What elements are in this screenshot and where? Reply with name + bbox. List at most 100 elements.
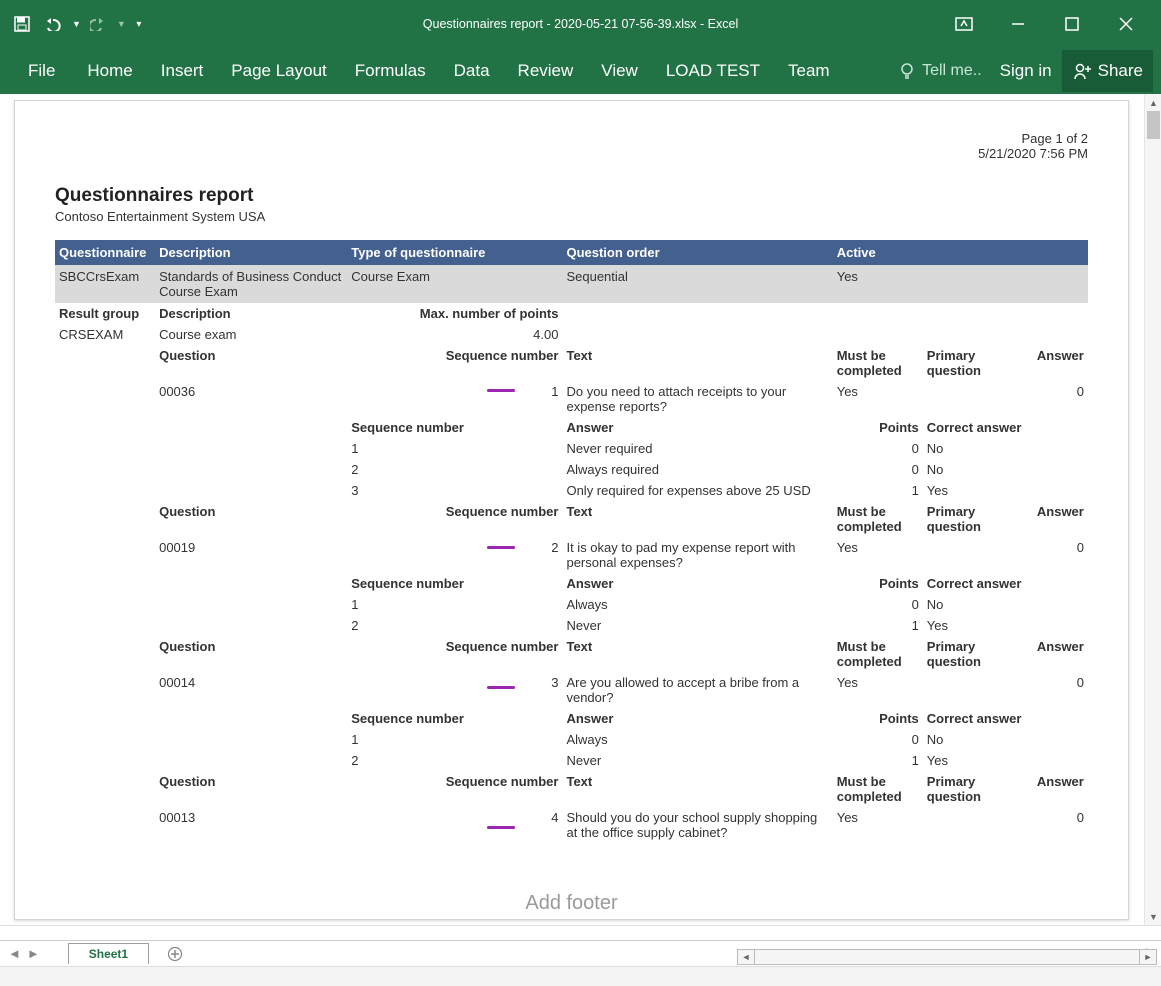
sheet-nav-next-icon[interactable]: ► [27, 946, 40, 961]
ans-hdr-points: Points [833, 708, 923, 729]
hscroll-track[interactable] [754, 949, 1140, 965]
questionnaire-type: Course Exam [347, 265, 562, 303]
question-id: 00036 [155, 381, 347, 417]
ribbon-display-options-button[interactable] [947, 7, 981, 41]
question-answer-count: 0 [1033, 537, 1088, 573]
window-controls [947, 0, 1161, 48]
q-hdr-answer: Answer [1033, 501, 1088, 537]
tab-page-layout[interactable]: Page Layout [217, 48, 340, 94]
undo-dropdown-icon[interactable]: ▼ [72, 19, 81, 29]
question-header-row: Question Sequence number Text Must be co… [55, 771, 1088, 807]
q-hdr-answer: Answer [1033, 771, 1088, 807]
scroll-up-icon[interactable]: ▲ [1145, 94, 1161, 111]
ribbon: File Home Insert Page Layout Formulas Da… [0, 48, 1161, 94]
tell-me-search[interactable]: Tell me.. [890, 62, 990, 80]
hdr-description: Description [155, 240, 347, 265]
answer-correct: Yes [923, 615, 1088, 636]
answer-seq: 2 [347, 615, 562, 636]
redo-dropdown-icon[interactable]: ▼ [117, 19, 126, 29]
q-hdr-must: Must be completed [833, 636, 923, 672]
q-hdr-answer: Answer [1033, 636, 1088, 672]
answer-points: 1 [833, 615, 923, 636]
q-hdr-text: Text [562, 771, 832, 807]
sheet-tab-sheet1[interactable]: Sheet1 [68, 943, 149, 964]
answer-text: Always [562, 594, 832, 615]
ans-hdr-correct: Correct answer [923, 417, 1088, 438]
hdr-active: Active [833, 240, 1088, 265]
answer-points: 0 [833, 459, 923, 480]
scroll-thumb[interactable] [1147, 111, 1160, 139]
hdr-order: Question order [562, 240, 832, 265]
question-header-row: Question Sequence number Text Must be co… [55, 636, 1088, 672]
ans-hdr-correct: Correct answer [923, 708, 1088, 729]
tab-insert[interactable]: Insert [147, 48, 218, 94]
q-hdr-must: Must be completed [833, 771, 923, 807]
undo-button[interactable] [40, 10, 68, 38]
tab-team[interactable]: Team [774, 48, 844, 94]
report-table: Questionnaire Description Type of questi… [55, 240, 1088, 843]
question-must: Yes [833, 672, 923, 708]
sheet-nav: ◄ ► [0, 946, 48, 961]
hdr-questionnaire: Questionnaire [55, 240, 155, 265]
save-button[interactable] [8, 10, 36, 38]
answer-points: 0 [833, 594, 923, 615]
lightbulb-icon [898, 62, 916, 80]
scroll-down-icon[interactable]: ▼ [1145, 908, 1161, 925]
rg-max-hdr: Max. number of points [347, 303, 562, 324]
ans-hdr-correct: Correct answer [923, 573, 1088, 594]
tab-load-test[interactable]: LOAD TEST [652, 48, 774, 94]
q-hdr-must: Must be completed [833, 345, 923, 381]
tab-view[interactable]: View [587, 48, 652, 94]
answer-seq: 1 [347, 594, 562, 615]
answer-correct: No [923, 594, 1088, 615]
vertical-scrollbar[interactable]: ▲ ▼ [1144, 94, 1161, 925]
scroll-right-icon[interactable]: ► [1139, 949, 1157, 965]
share-icon [1072, 61, 1092, 81]
q-hdr-text: Text [562, 501, 832, 537]
q-hdr-primary: Primary question [923, 636, 1033, 672]
answer-points: 1 [833, 750, 923, 771]
question-text: Should you do your school supply shoppin… [562, 807, 832, 843]
q-hdr-text: Text [562, 636, 832, 672]
questionnaire-desc: Standards of Business Conduct Course Exa… [155, 265, 347, 303]
highlight-marker [487, 686, 515, 689]
question-row: 00014 3 Are you allowed to accept a brib… [55, 672, 1088, 708]
add-footer-button[interactable]: Add footer [525, 892, 617, 915]
new-sheet-button[interactable] [167, 946, 183, 962]
share-button[interactable]: Share [1062, 50, 1153, 92]
horizontal-scrollbar[interactable]: ◄ ► [737, 948, 1157, 966]
question-must: Yes [833, 807, 923, 843]
question-header-row: Question Sequence number Text Must be co… [55, 501, 1088, 537]
question-answer-count: 0 [1033, 672, 1088, 708]
tab-home[interactable]: Home [73, 48, 146, 94]
redo-button[interactable] [85, 10, 113, 38]
tab-data[interactable]: Data [440, 48, 504, 94]
hdr-type: Type of questionnaire [347, 240, 562, 265]
qat-customize-icon[interactable]: ▾ [130, 19, 148, 30]
rg-desc-hdr: Description [155, 303, 347, 324]
rg-desc: Course exam [155, 324, 347, 345]
question-row: 00013 4 Should you do your school supply… [55, 807, 1088, 843]
tab-review[interactable]: Review [504, 48, 588, 94]
tell-me-label: Tell me.. [922, 62, 982, 80]
q-hdr-text: Text [562, 345, 832, 381]
share-label: Share [1098, 61, 1143, 81]
answers-header-row: Sequence number Answer Points Correct an… [55, 417, 1088, 438]
question-id: 00019 [155, 537, 347, 573]
question-seq: 4 [347, 807, 562, 843]
q-hdr-primary: Primary question [923, 771, 1033, 807]
sheet-nav-prev-icon[interactable]: ◄ [8, 946, 21, 961]
question-seq: 3 [347, 672, 562, 708]
tab-file[interactable]: File [10, 61, 73, 81]
sign-in-button[interactable]: Sign in [990, 50, 1062, 92]
minimize-button[interactable] [1001, 7, 1035, 41]
tab-formulas[interactable]: Formulas [341, 48, 440, 94]
print-page[interactable]: Page 1 of 2 5/21/2020 7:56 PM Questionna… [14, 100, 1129, 920]
q-hdr-question: Question [155, 345, 347, 381]
scroll-left-icon[interactable]: ◄ [737, 949, 755, 965]
q-hdr-seq: Sequence number [347, 771, 562, 807]
maximize-button[interactable] [1055, 7, 1089, 41]
question-must: Yes [833, 381, 923, 417]
close-button[interactable] [1109, 7, 1143, 41]
answer-text: Always [562, 729, 832, 750]
